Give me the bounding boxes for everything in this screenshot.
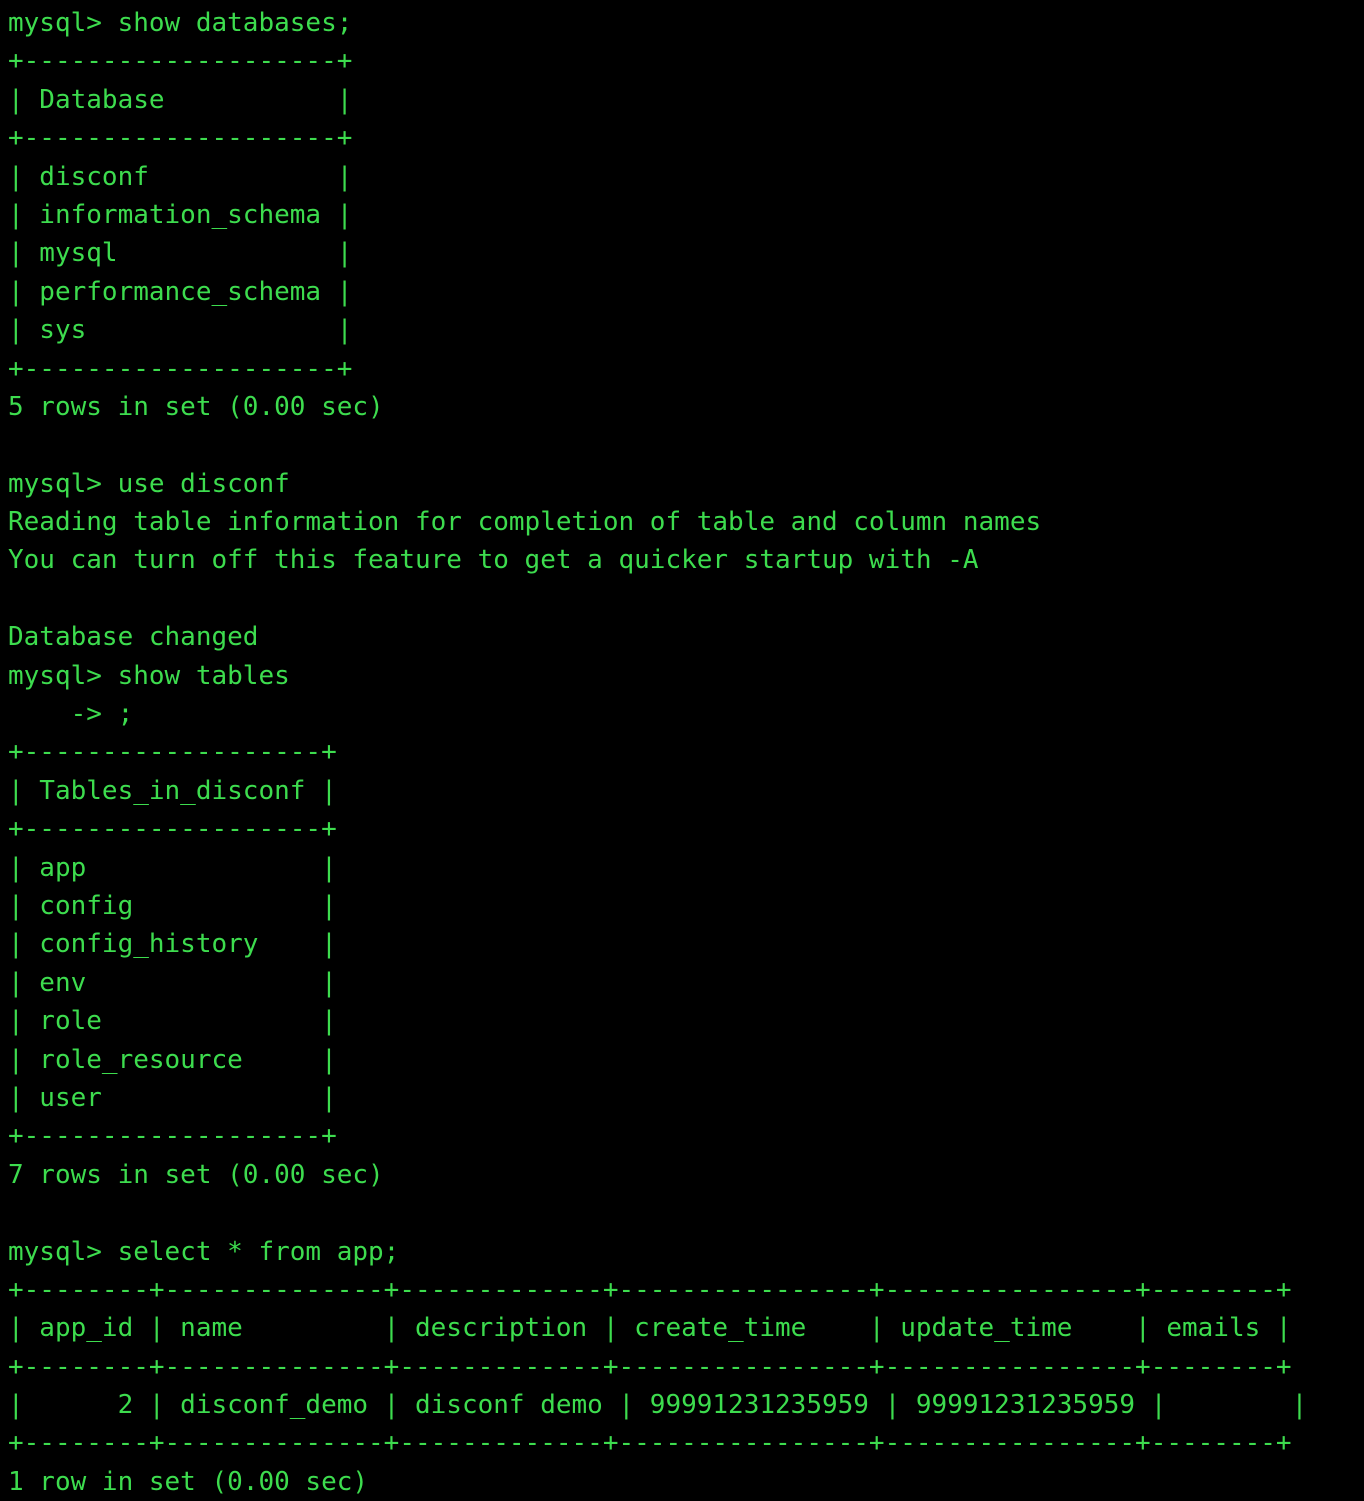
terminal-line: | role |	[8, 1006, 337, 1037]
terminal-line: Reading table information for completion…	[8, 507, 1042, 538]
terminal-line: | user |	[8, 1082, 337, 1113]
terminal-line: | config_history |	[8, 929, 337, 960]
terminal-line: +--------------------+	[8, 123, 353, 154]
terminal-output[interactable]: mysql> show databases; +-----------------…	[0, 0, 1364, 1497]
terminal-line: | app_id | name | description | create_t…	[8, 1313, 1292, 1344]
terminal-line: | Tables_in_disconf |	[8, 775, 337, 806]
terminal-line: +-------------------+	[8, 814, 337, 845]
terminal-line: | information_schema |	[8, 199, 353, 230]
terminal-line: | env |	[8, 967, 337, 998]
terminal-line: | app |	[8, 852, 337, 883]
terminal-line: mysql> use disconf	[8, 468, 290, 499]
terminal-line: | config |	[8, 890, 337, 921]
terminal-line: +-------------------+	[8, 1121, 337, 1152]
terminal-line: +--------+--------------+-------------+-…	[8, 1274, 1292, 1305]
terminal-line: +--------------------+	[8, 46, 353, 77]
terminal-line: +-------------------+	[8, 737, 337, 768]
terminal-line: 7 rows in set (0.00 sec)	[8, 1159, 384, 1190]
terminal-line: 5 rows in set (0.00 sec)	[8, 391, 384, 422]
terminal-line: mysql> show tables	[8, 660, 290, 691]
terminal-line: 1 row in set (0.00 sec)	[8, 1466, 369, 1497]
terminal-line: | mysql |	[8, 238, 353, 269]
terminal-line: | 2 | disconf_demo | disconf demo | 9999…	[8, 1390, 1308, 1421]
terminal-line: +--------+--------------+-------------+-…	[8, 1351, 1292, 1382]
terminal-line: Database changed	[8, 622, 259, 653]
terminal-line: +--------------------+	[8, 353, 353, 384]
terminal-line: +--------+--------------+-------------+-…	[8, 1428, 1292, 1459]
terminal-line: | sys |	[8, 315, 353, 346]
terminal-line: -> ;	[8, 699, 134, 730]
terminal-line: | role_resource |	[8, 1044, 337, 1075]
terminal-line: | performance_schema |	[8, 276, 353, 307]
terminal-line: mysql> select * from app;	[8, 1236, 400, 1267]
terminal-line: You can turn off this feature to get a q…	[8, 545, 979, 576]
terminal-line: | disconf |	[8, 161, 353, 192]
terminal-line: | Database |	[8, 84, 353, 115]
terminal-line: mysql> show databases;	[8, 8, 353, 38]
